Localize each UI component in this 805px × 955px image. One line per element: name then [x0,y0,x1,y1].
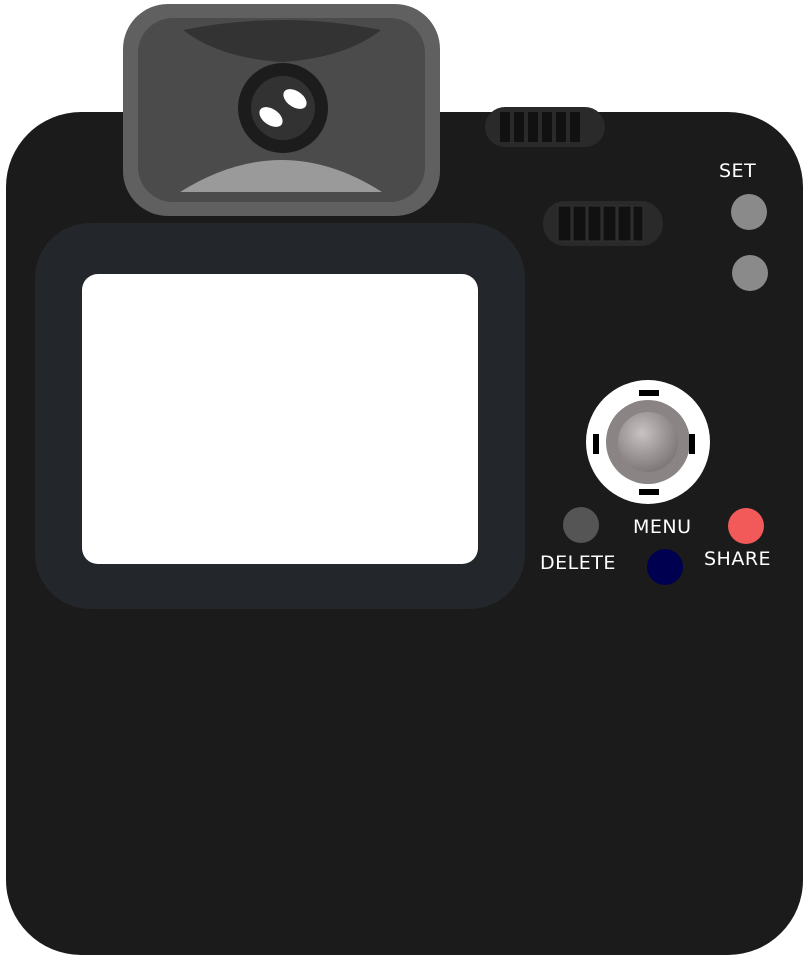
secondary-button[interactable] [732,255,768,291]
lcd-screen [82,274,478,564]
set-label: SET [719,160,757,182]
camera-back: SET MENU DELETE SHARE [0,0,805,955]
control-wheel[interactable] [543,201,663,246]
menu-button[interactable] [647,549,683,585]
set-button[interactable] [731,194,767,230]
camera-illustration [6,4,803,955]
top-dial[interactable] [485,107,605,147]
delete-button[interactable] [563,507,599,543]
delete-label: DELETE [540,552,616,574]
viewfinder-icon [123,4,440,216]
share-label: SHARE [704,548,772,570]
menu-label: MENU [633,516,692,538]
share-button[interactable] [728,508,764,544]
dpad-icon[interactable] [586,380,710,504]
